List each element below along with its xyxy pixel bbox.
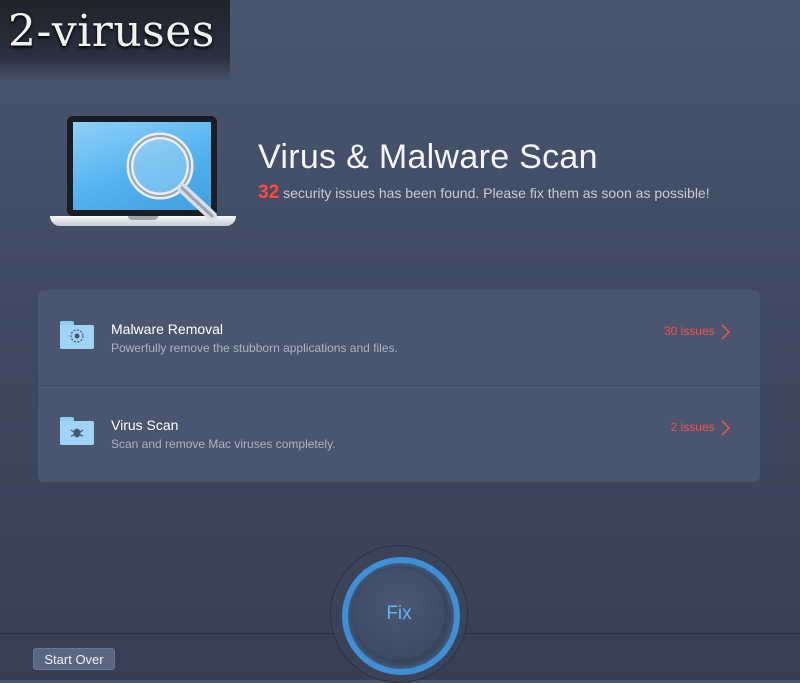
laptop-scan-illustration xyxy=(50,112,236,230)
folder-malware-icon xyxy=(60,321,94,349)
scan-item-malware-removal[interactable]: Malware Removal Powerfully remove the st… xyxy=(38,290,760,386)
scan-item-description: Powerfully remove the stubborn applicati… xyxy=(111,341,398,355)
scan-item-description: Scan and remove Mac viruses completely. xyxy=(111,437,336,451)
chevron-right-icon xyxy=(721,420,730,436)
watermark: 2-viruses xyxy=(0,0,230,82)
scan-results-panel: Malware Removal Powerfully remove the st… xyxy=(38,290,760,482)
scan-item-name: Virus Scan xyxy=(111,417,179,433)
magnifier-icon xyxy=(126,132,217,221)
issue-count: 32 xyxy=(258,182,280,203)
issues-count-link[interactable]: 30 issues xyxy=(664,324,730,340)
page-title: Virus & Malware Scan xyxy=(258,138,598,176)
issues-count-link[interactable]: 2 issues xyxy=(671,420,730,436)
chevron-right-icon xyxy=(721,324,730,340)
issues-label: 30 issues xyxy=(663,324,715,339)
folder-bug-icon xyxy=(60,417,94,445)
watermark-text: 2-viruses xyxy=(8,6,215,57)
fix-button-container: Fix xyxy=(330,545,468,683)
issues-label: 2 issues xyxy=(670,420,715,435)
scan-item-virus-scan[interactable]: Virus Scan Scan and remove Mac viruses c… xyxy=(38,386,760,481)
fix-button[interactable]: Fix xyxy=(353,568,445,660)
scan-item-name: Malware Removal xyxy=(111,321,224,337)
scan-summary: 32 security issues has been found. Please… xyxy=(258,182,710,204)
start-over-button[interactable]: Start Over xyxy=(33,648,115,670)
scan-summary-message: security issues has been found. Please f… xyxy=(283,185,710,201)
